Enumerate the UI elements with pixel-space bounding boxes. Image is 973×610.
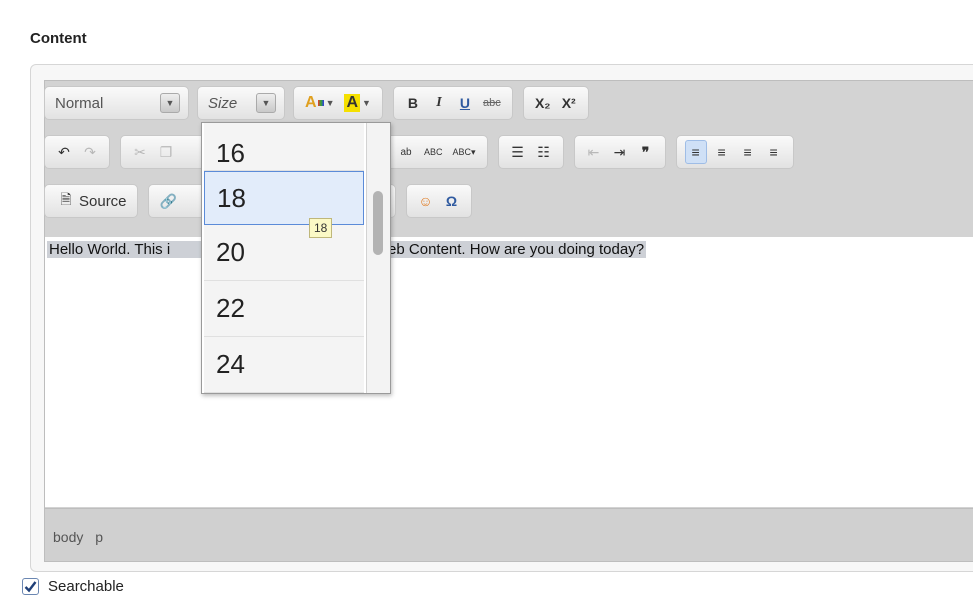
- content-text-end: Web Content. How are you doing today?: [374, 241, 645, 258]
- bold-button[interactable]: B: [402, 91, 424, 115]
- page: Content Normal ▼ Size ▼ A ▼ A ▼ B I U ab…: [0, 0, 973, 610]
- subscript-button[interactable]: X₂: [532, 91, 554, 115]
- align-center-icon[interactable]: ≡: [711, 140, 733, 164]
- align-right-icon[interactable]: ≡: [737, 140, 759, 164]
- size-list: 16 18 20 22 24: [204, 123, 364, 393]
- searchable-label: Searchable: [48, 578, 124, 595]
- spellcheck-icon[interactable]: ABC▾: [450, 140, 479, 164]
- source-button-label: Source: [79, 192, 127, 210]
- toolbar-row-1: Normal ▼ Size ▼ A ▼ A ▼ B I U abc X₂ X²: [44, 84, 599, 122]
- searchable-option: Searchable: [22, 578, 124, 595]
- indent-group: ⇤ ⇥ ❞: [573, 135, 666, 169]
- blockquote-icon[interactable]: ❞: [635, 140, 657, 164]
- chevron-down-icon: ▼: [325, 98, 335, 108]
- searchable-checkbox[interactable]: [22, 578, 39, 595]
- underline-button[interactable]: U: [454, 91, 476, 115]
- size-combo[interactable]: Size ▼: [197, 86, 285, 120]
- size-tooltip: 18: [309, 218, 333, 238]
- size-option-22[interactable]: 22: [204, 281, 364, 337]
- select-all-icon[interactable]: ABC: [421, 140, 446, 164]
- align-group: ≡ ≡ ≡ ≡: [675, 135, 794, 169]
- special-char-icon[interactable]: Ω: [441, 189, 463, 213]
- replace-icon[interactable]: ab: [395, 140, 417, 164]
- italic-button[interactable]: I: [428, 91, 450, 115]
- color-group: A ▼ A ▼: [293, 86, 383, 120]
- undo-icon[interactable]: ↶: [53, 140, 75, 164]
- source-button[interactable]: 🗎 Source: [44, 184, 138, 218]
- indent-icon[interactable]: ⇥: [609, 140, 631, 164]
- checkmark-icon: [24, 581, 37, 593]
- basic-styles-group: B I U abc: [392, 86, 513, 120]
- copy-icon[interactable]: ❐: [155, 140, 177, 164]
- text-color-icon: A: [305, 94, 317, 111]
- palette-swatch-icon: [317, 100, 324, 106]
- outdent-icon[interactable]: ⇤: [583, 140, 605, 164]
- numbered-list-icon[interactable]: ☰: [507, 140, 529, 164]
- redo-icon[interactable]: ↷: [79, 140, 101, 164]
- scrollbar-thumb[interactable]: [373, 191, 383, 255]
- size-option-18[interactable]: 18: [204, 171, 364, 225]
- size-option-20[interactable]: 20: [204, 225, 364, 281]
- background-color-button[interactable]: A ▼: [341, 91, 373, 115]
- document-icon: 🗎: [60, 191, 72, 207]
- format-combo-label: Normal: [55, 94, 104, 112]
- format-combo[interactable]: Normal ▼: [44, 86, 189, 120]
- toolbar-row-2: ↶ ↷ ✂ ❐ ⌫ ⚲ ab ABC ABC▾ ☰ ☷ ⇤ ⇥ ❞ ≡ ≡ ≡ …: [44, 133, 804, 171]
- superscript-button[interactable]: X²: [558, 91, 580, 115]
- section-title: Content: [30, 30, 87, 47]
- element-path: body p: [53, 529, 111, 545]
- chevron-down-icon: ▼: [160, 93, 180, 113]
- chevron-down-icon: ▼: [256, 93, 276, 113]
- align-left-icon[interactable]: ≡: [684, 140, 707, 164]
- size-combo-label: Size: [208, 94, 238, 112]
- text-color-button[interactable]: A ▼: [302, 91, 337, 115]
- special-group: ☺ Ω: [405, 184, 472, 218]
- link-icon[interactable]: 🔗: [157, 189, 180, 213]
- dropdown-scrollbar[interactable]: [366, 123, 390, 393]
- list-group: ☰ ☷: [497, 135, 564, 169]
- undo-redo-group: ↶ ↷: [44, 135, 110, 169]
- background-color-icon: A: [344, 94, 361, 112]
- element-path-bar: body p: [45, 508, 973, 561]
- size-option-24[interactable]: 24: [204, 337, 364, 393]
- size-dropdown: 16 18 20 22 24: [201, 122, 391, 394]
- smiley-icon[interactable]: ☺: [415, 189, 437, 213]
- script-group: X₂ X²: [522, 86, 589, 120]
- size-option-16[interactable]: 16: [204, 123, 364, 171]
- chevron-down-icon: ▼: [362, 98, 371, 108]
- content-text-start: Hello World. This i: [49, 241, 171, 258]
- align-justify-icon[interactable]: ≡: [763, 140, 785, 164]
- bullet-list-icon[interactable]: ☷: [533, 140, 555, 164]
- path-p[interactable]: p: [95, 529, 103, 545]
- strikethrough-button[interactable]: abc: [480, 91, 504, 115]
- path-body[interactable]: body: [53, 529, 83, 545]
- cut-icon[interactable]: ✂: [129, 140, 151, 164]
- editor-content[interactable]: Hello World. This i Web Content. How are …: [45, 237, 973, 507]
